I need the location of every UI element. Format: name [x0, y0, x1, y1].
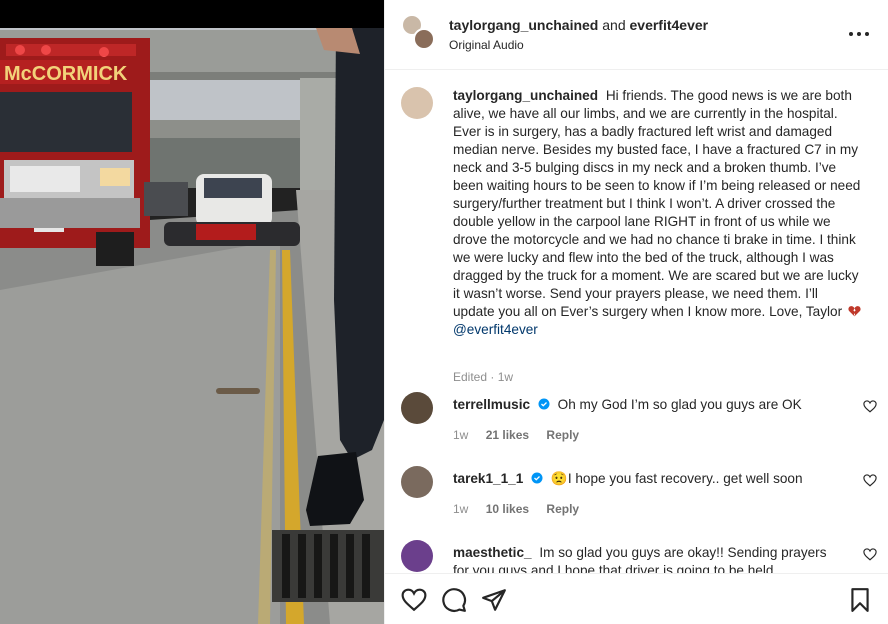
heart-icon[interactable]: [863, 548, 877, 561]
comment-age: 1w: [453, 502, 469, 516]
comment-item: maesthetic_ Im so glad you guys are okay…: [385, 540, 888, 573]
heart-icon[interactable]: [401, 587, 427, 613]
audio-label[interactable]: Original Audio: [449, 38, 524, 52]
avatar[interactable]: [401, 392, 433, 424]
comment-text: I hope you fast recovery.. get well soon: [567, 471, 803, 486]
share-icon[interactable]: [481, 587, 507, 613]
author-username-2[interactable]: everfit4ever: [630, 17, 709, 33]
comment-body: tarek1_1_1 😟I hope you fast recovery.. g…: [453, 470, 843, 488]
comment-age: 1w: [453, 428, 469, 442]
post-side-panel: taylorgang_unchained and everfit4ever Or…: [384, 0, 888, 624]
comment-likes[interactable]: 21 likes: [486, 428, 529, 442]
reply-button[interactable]: Reply: [546, 428, 579, 442]
post-authors: taylorgang_unchained and everfit4ever: [449, 17, 708, 33]
comment-body: terrellmusic Oh my God I’m so glad you g…: [453, 396, 843, 414]
avatar[interactable]: [401, 87, 433, 119]
comment-item: terrellmusic Oh my God I’m so glad you g…: [385, 392, 888, 456]
comment-icon[interactable]: [441, 587, 467, 613]
action-bar: [385, 573, 888, 624]
comment-username[interactable]: maesthetic_: [453, 545, 532, 560]
verified-badge-icon: [538, 398, 550, 410]
caption-meta: Edited · 1w: [453, 370, 514, 384]
caption-text: Hi friends. The good news is we are both…: [453, 88, 861, 319]
avatar[interactable]: [413, 28, 435, 50]
comments-list[interactable]: taylorgang_unchained Hi friends. The goo…: [385, 71, 888, 573]
avatar[interactable]: [401, 540, 433, 572]
caption-username[interactable]: taylorgang_unchained: [453, 88, 598, 103]
comment-likes[interactable]: 10 likes: [486, 502, 529, 516]
comment-body: maesthetic_ Im so glad you guys are okay…: [453, 544, 843, 573]
worried-emoji: 😟: [550, 471, 568, 486]
verified-badge-icon: [531, 472, 543, 484]
post-media[interactable]: McCORMICK: [0, 0, 384, 624]
comment-meta: 1w 21 likes Reply: [453, 428, 593, 442]
comment-text: Oh my God I’m so glad you guys are OK: [557, 397, 802, 412]
collab-avatars[interactable]: [401, 14, 437, 52]
bookmark-icon[interactable]: [847, 587, 873, 613]
avatar[interactable]: [401, 466, 433, 498]
video-frame: McCORMICK: [0, 0, 384, 624]
author-joiner: and: [602, 17, 626, 33]
ambulance-text: McCORMICK: [4, 63, 128, 85]
caption-mention[interactable]: @everfit4ever: [453, 322, 538, 337]
comment-meta: 1w 10 likes Reply: [453, 502, 593, 516]
heart-icon[interactable]: [863, 474, 877, 487]
reply-button[interactable]: Reply: [546, 502, 579, 516]
broken-heart-icon: [848, 306, 861, 317]
comment-username[interactable]: tarek1_1_1: [453, 471, 523, 486]
heart-icon[interactable]: [863, 400, 877, 413]
author-username-1[interactable]: taylorgang_unchained: [449, 17, 598, 33]
comment-item: tarek1_1_1 😟I hope you fast recovery.. g…: [385, 466, 888, 530]
comment-username[interactable]: terrellmusic: [453, 397, 530, 412]
caption-text-block: taylorgang_unchained Hi friends. The goo…: [453, 87, 863, 339]
more-options-button[interactable]: [847, 24, 871, 44]
post-header: taylorgang_unchained and everfit4ever Or…: [385, 0, 888, 70]
